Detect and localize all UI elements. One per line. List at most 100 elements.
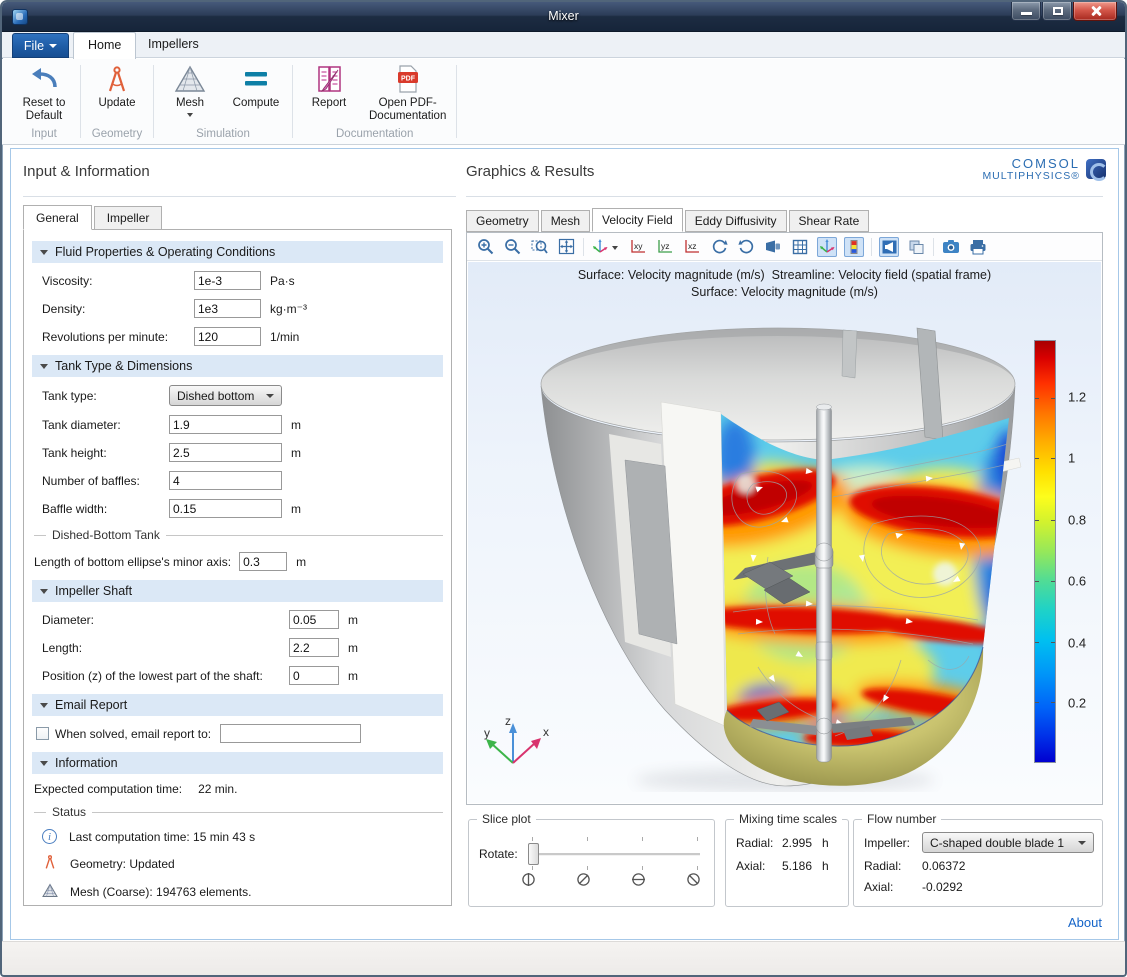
- section-information[interactable]: Information: [32, 752, 443, 774]
- slice-antidiagonal-icon[interactable]: [686, 872, 701, 890]
- window-title: Mixer: [2, 9, 1125, 23]
- chevron-down-icon: [49, 44, 57, 48]
- unit-label: m: [348, 669, 358, 683]
- viscosity-input[interactable]: [194, 271, 261, 290]
- report-button[interactable]: Report: [303, 63, 355, 125]
- colorbar-tick-label: 0.8: [1068, 513, 1086, 528]
- color-legend-icon[interactable]: [844, 237, 864, 257]
- number-of-baffles-input[interactable]: [169, 471, 282, 490]
- graphics-frame: xy yz xz Surface: Velocity magnitude (m/…: [466, 232, 1103, 805]
- section-impeller-shaft[interactable]: Impeller Shaft: [32, 580, 443, 602]
- unit-label: m: [291, 502, 301, 516]
- tab-impellers[interactable]: Impellers: [134, 32, 213, 59]
- title-bar[interactable]: Mixer: [2, 2, 1125, 32]
- collapse-icon: [40, 703, 48, 708]
- slice-diagonal-icon[interactable]: [576, 872, 591, 890]
- mesh-button[interactable]: Mesh: [164, 63, 216, 125]
- email-input[interactable]: [220, 724, 361, 743]
- baffle-width-input[interactable]: [169, 499, 282, 518]
- compass-icon: [102, 63, 132, 95]
- triad-y-label: y: [484, 726, 490, 740]
- view-xz-icon[interactable]: xz: [682, 237, 702, 257]
- chevron-down-icon: [266, 394, 274, 398]
- field-label: Tank diameter:: [42, 418, 169, 432]
- tank-type-dropdown[interactable]: Dished bottom: [169, 385, 282, 406]
- tab-impeller[interactable]: Impeller: [94, 206, 163, 230]
- rpm-input[interactable]: [194, 327, 261, 346]
- tank-height-input[interactable]: [169, 443, 282, 462]
- impeller-dropdown[interactable]: C-shaped double blade 1: [922, 832, 1094, 853]
- collapse-icon: [40, 250, 48, 255]
- tab-velocity-field[interactable]: Velocity Field: [592, 208, 683, 232]
- field-label: Tank height:: [42, 446, 169, 460]
- field-label: Baffle width:: [42, 502, 169, 516]
- comsol-cube-icon: [1086, 159, 1106, 179]
- plot-canvas[interactable]: Surface: Velocity magnitude (m/s) Stream…: [468, 262, 1101, 803]
- zoom-extents-icon[interactable]: [556, 237, 576, 257]
- plot-title-line1: Surface: Velocity magnitude (m/s) Stream…: [468, 268, 1101, 282]
- compute-button[interactable]: Compute: [230, 63, 282, 125]
- collapse-icon: [40, 589, 48, 594]
- slice-horizontal-icon[interactable]: [631, 872, 646, 890]
- density-input[interactable]: [194, 299, 261, 318]
- file-menu-button[interactable]: File: [12, 33, 69, 58]
- tab-shear-rate[interactable]: Shear Rate: [789, 210, 870, 232]
- open-pdf-documentation-button[interactable]: PDF Open PDF- Documentation: [369, 63, 446, 125]
- section-email-report[interactable]: Email Report: [32, 694, 443, 716]
- maximize-button[interactable]: [1042, 2, 1072, 21]
- zoom-out-icon[interactable]: [502, 237, 522, 257]
- mixing-radial-value: 2.995: [782, 836, 822, 850]
- email-checkbox[interactable]: [36, 727, 49, 740]
- tab-eddy-diffusivity[interactable]: Eddy Diffusivity: [685, 210, 787, 232]
- tab-geometry[interactable]: Geometry: [466, 210, 539, 232]
- sound-icon[interactable]: [879, 237, 899, 257]
- tank-diameter-input[interactable]: [169, 415, 282, 434]
- section-tank-type[interactable]: Tank Type & Dimensions: [32, 355, 443, 377]
- tab-home[interactable]: Home: [73, 32, 136, 59]
- view-xy-icon[interactable]: xy: [628, 237, 648, 257]
- update-geometry-button[interactable]: Update: [91, 63, 143, 125]
- triad-x-label: x: [543, 725, 549, 739]
- slice-vertical-icon[interactable]: [521, 872, 536, 890]
- about-link[interactable]: About: [1068, 915, 1102, 930]
- shaft-position-input[interactable]: [289, 666, 339, 685]
- ribbon-toolbar: Reset to Default Input Update Geometry: [2, 59, 1125, 145]
- minimize-button[interactable]: [1011, 2, 1041, 21]
- grid-icon[interactable]: [790, 237, 810, 257]
- reset-to-default-button[interactable]: Reset to Default: [18, 63, 70, 125]
- unit-label: kg·m⁻³: [270, 302, 307, 316]
- svg-text:xz: xz: [688, 241, 697, 251]
- rotate-label: Rotate:: [479, 847, 518, 861]
- section-fluid-properties[interactable]: Fluid Properties & Operating Conditions: [32, 241, 443, 263]
- unit-label: m: [348, 641, 358, 655]
- bottom-ellipse-minor-axis-input[interactable]: [239, 552, 287, 571]
- expected-time-label: Expected computation time:: [34, 782, 182, 796]
- scene-light-icon[interactable]: [763, 237, 783, 257]
- rotate-counterclockwise-icon[interactable]: [709, 237, 729, 257]
- unit-label: Pa·s: [270, 274, 295, 288]
- image-snapshot-icon[interactable]: [941, 237, 961, 257]
- rotate-clockwise-icon[interactable]: [736, 237, 756, 257]
- slider-track[interactable]: [528, 853, 700, 856]
- tab-general[interactable]: General: [23, 205, 92, 230]
- dished-bottom-subgroup: Dished-Bottom Tank: [34, 528, 443, 542]
- slider-handle[interactable]: [528, 843, 539, 865]
- field-label: Revolutions per minute:: [42, 330, 194, 344]
- go-to-default-view-icon[interactable]: [591, 237, 621, 257]
- zoom-in-icon[interactable]: [475, 237, 495, 257]
- slice-plot-group: Slice plot Rotate:: [468, 819, 715, 907]
- undo-icon: [29, 63, 59, 95]
- svg-text:xy: xy: [634, 241, 643, 251]
- zoom-box-icon[interactable]: [529, 237, 549, 257]
- tab-mesh[interactable]: Mesh: [541, 210, 590, 232]
- close-button[interactable]: [1073, 2, 1117, 21]
- shaft-diameter-input[interactable]: [289, 610, 339, 629]
- main-content: Input & Information General Impeller Flu…: [10, 148, 1119, 940]
- rotate-slider[interactable]: [528, 842, 700, 866]
- show-axis-orientation-icon[interactable]: [817, 237, 837, 257]
- equals-icon: [241, 63, 271, 95]
- view-yz-icon[interactable]: yz: [655, 237, 675, 257]
- transparency-icon[interactable]: [906, 237, 926, 257]
- print-icon[interactable]: [968, 237, 988, 257]
- shaft-length-input[interactable]: [289, 638, 339, 657]
